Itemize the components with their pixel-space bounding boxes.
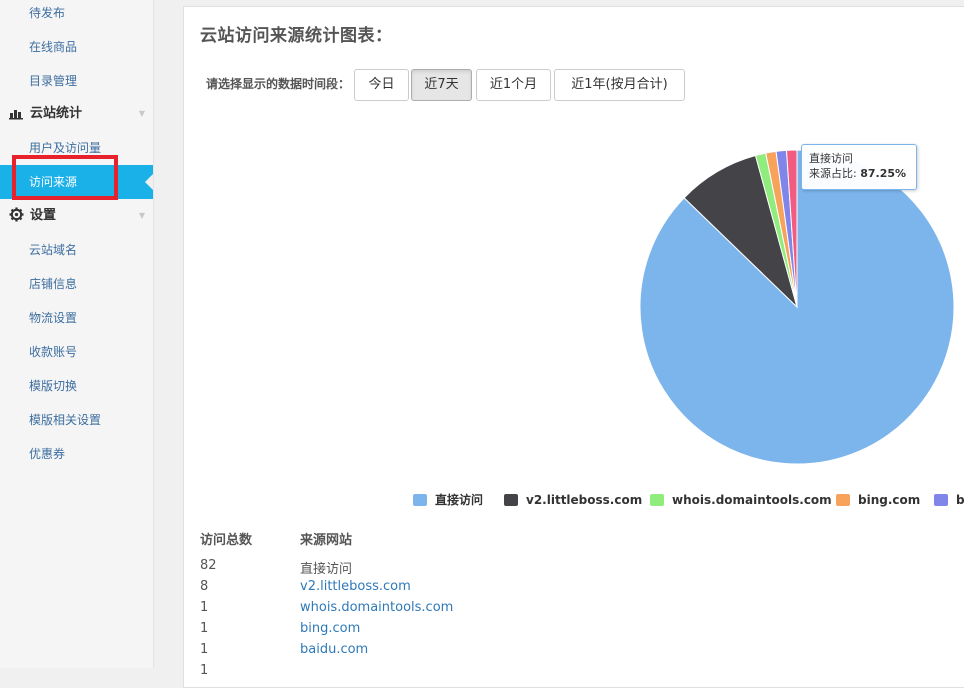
- sidebar: 待发布 在线商品 目录管理 云站统计 ▼ 用户及访问量 访问来源 设置 ▼ 云站…: [0, 0, 154, 668]
- sidebar-item-label: 优惠券: [29, 447, 66, 461]
- visit-count: 1: [200, 621, 209, 636]
- sidebar-item-label: 在线商品: [29, 40, 78, 54]
- sidebar-item-label: 用户及访问量: [29, 141, 102, 155]
- stats-panel: 云站访问来源统计图表： 请选择显示的数据时间段： 今日 近7天 近1个月 近1年…: [183, 6, 964, 688]
- visit-count: 1: [200, 663, 209, 678]
- table-row: 82 直接访问: [184, 558, 884, 579]
- bar-chart-icon: [9, 97, 23, 131]
- legend-label: bing.com: [858, 493, 921, 507]
- tooltip-value: 87.25%: [860, 167, 907, 180]
- legend-swatch: [836, 494, 850, 506]
- source-site[interactable]: bing.com: [300, 621, 360, 636]
- sidebar-item-template-settings[interactable]: 模版相关设置: [0, 403, 153, 437]
- pie-chart: [639, 149, 955, 465]
- sidebar-item-users-visits[interactable]: 用户及访问量: [0, 131, 153, 165]
- table-row: 1 baidu.com: [184, 642, 884, 663]
- sidebar-item-label: 目录管理: [29, 74, 78, 88]
- table-row: 1 whois.domaintools.com: [184, 600, 884, 621]
- legend-label: ba: [956, 493, 964, 507]
- sidebar-group-settings[interactable]: 设置 ▼: [0, 199, 153, 233]
- sidebar-item-online-products[interactable]: 在线商品: [0, 30, 153, 64]
- sidebar-item-coupons[interactable]: 优惠券: [0, 437, 153, 471]
- legend-label: whois.domaintools.com: [672, 493, 832, 507]
- col-header-count: 访问总数: [200, 533, 253, 548]
- legend-swatch: [934, 494, 948, 506]
- sidebar-item-label: 物流设置: [29, 311, 78, 325]
- tooltip-label: 来源占比:: [809, 167, 857, 180]
- chevron-down-icon: ▼: [138, 211, 145, 220]
- gear-icon: [9, 199, 24, 233]
- visit-count: 8: [200, 579, 209, 594]
- sidebar-item-payment-account[interactable]: 收款账号: [0, 335, 153, 369]
- sidebar-item-pending[interactable]: 待发布: [0, 0, 153, 30]
- col-header-source: 来源网站: [300, 533, 353, 548]
- sidebar-item-traffic-sources[interactable]: 访问来源: [0, 165, 153, 199]
- sidebar-group-stats[interactable]: 云站统计 ▼: [0, 97, 153, 131]
- source-site[interactable]: whois.domaintools.com: [300, 600, 453, 615]
- table-row: 1 bing.com: [184, 621, 884, 642]
- table-row: 1: [184, 663, 884, 684]
- sidebar-item-domain[interactable]: 云站域名: [0, 233, 153, 267]
- sidebar-item-label: 模版切换: [29, 379, 78, 393]
- sidebar-item-label: 待发布: [29, 6, 66, 20]
- sidebar-item-template-switch[interactable]: 模版切换: [0, 369, 153, 403]
- active-indicator: [145, 174, 153, 190]
- source-site[interactable]: v2.littleboss.com: [300, 579, 411, 594]
- sidebar-item-store-info[interactable]: 店铺信息: [0, 267, 153, 301]
- tooltip-line: 来源占比: 87.25%: [809, 166, 909, 181]
- source-site: 直接访问: [300, 562, 353, 577]
- chart-tooltip: 直接访问 来源占比: 87.25%: [801, 144, 917, 190]
- visit-count: 82: [200, 558, 217, 573]
- sidebar-item-shipping[interactable]: 物流设置: [0, 301, 153, 335]
- chevron-down-icon: ▼: [138, 109, 145, 118]
- sidebar-item-label: 店铺信息: [29, 277, 78, 291]
- source-site[interactable]: baidu.com: [300, 642, 368, 657]
- visit-count: 1: [200, 600, 209, 615]
- sidebar-item-label: 收款账号: [29, 345, 78, 359]
- sidebar-group-label: 设置: [30, 208, 57, 223]
- visit-count: 1: [200, 642, 209, 657]
- sidebar-group-label: 云站统计: [30, 106, 83, 121]
- legend-swatch: [413, 494, 427, 506]
- legend-swatch: [504, 494, 518, 506]
- sidebar-item-label: 模版相关设置: [29, 413, 102, 427]
- legend-swatch: [650, 494, 664, 506]
- sidebar-item-catalog[interactable]: 目录管理: [0, 64, 153, 98]
- table-row: 8 v2.littleboss.com: [184, 579, 884, 600]
- sidebar-item-label: 云站域名: [29, 243, 78, 257]
- sidebar-item-label: 访问来源: [29, 175, 78, 189]
- tooltip-title: 直接访问: [809, 152, 853, 165]
- legend-label: 直接访问: [435, 493, 484, 507]
- legend-label: v2.littleboss.com: [526, 493, 643, 507]
